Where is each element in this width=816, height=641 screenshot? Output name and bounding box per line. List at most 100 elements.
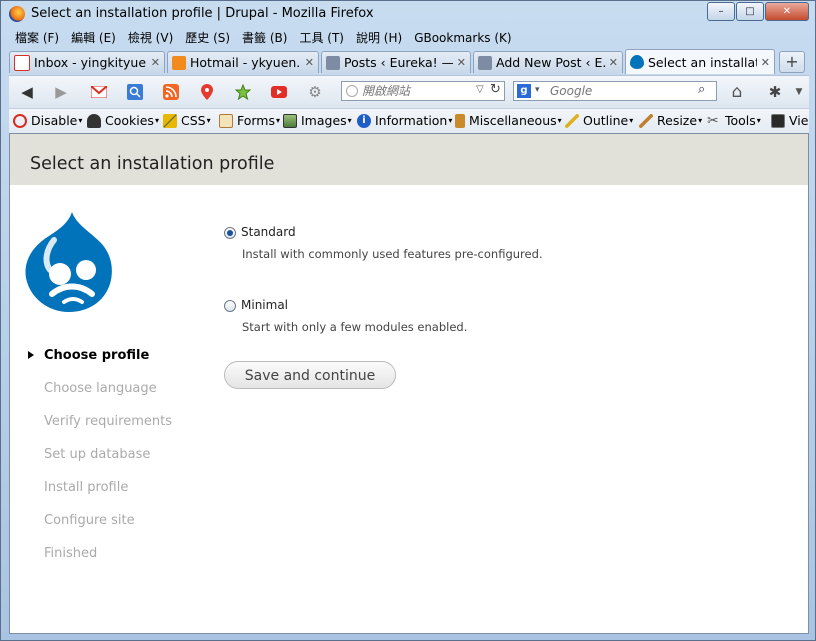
search-input[interactable] (550, 83, 690, 99)
firefox-icon[interactable] (9, 6, 25, 22)
radio-standard[interactable] (224, 227, 236, 239)
page-header: Select an installation profile (10, 134, 808, 185)
drupal-icon (630, 55, 644, 69)
devbar-label: Cookies (105, 113, 154, 128)
devbar-forms[interactable]: Forms ▾ (219, 113, 280, 128)
page-content: Select an installation profile Choose pr… (9, 133, 809, 634)
window-controls: – □ ✕ (706, 2, 809, 21)
youtube-icon[interactable] (269, 82, 289, 102)
outline-icon (565, 113, 579, 128)
disable-icon (13, 113, 27, 128)
images-icon (283, 113, 297, 128)
menu-gbookmarks[interactable]: GBookmarks (K) (408, 31, 517, 45)
tab-add-new-post[interactable]: Add New Post ‹ E... ✕ (473, 51, 623, 73)
new-tab-button[interactable]: + (779, 51, 805, 73)
overflow-chevron-icon[interactable]: ▼ (789, 82, 809, 102)
url-dropdown-icon[interactable]: ▽ (476, 84, 484, 95)
title-bar[interactable]: Select an installation profile | Drupal … (1, 1, 815, 27)
tab-close-icon[interactable]: ✕ (609, 56, 618, 69)
option-label[interactable]: Standard (241, 225, 296, 239)
devbar-disable[interactable]: Disable ▾ (13, 113, 82, 128)
menu-help[interactable]: 說明 (H) (350, 29, 408, 46)
devbar-images[interactable]: Images ▾ (283, 113, 352, 128)
maps-pin-icon[interactable] (197, 82, 217, 102)
wordpress-icon (478, 55, 492, 70)
page-favicon-icon (346, 85, 358, 97)
devbar-cookies[interactable]: Cookies ▾ (87, 113, 159, 128)
resize-icon (639, 113, 653, 128)
devbar-label: Vie (789, 113, 809, 128)
url-input[interactable] (362, 83, 472, 99)
web-developer-toolbar: Disable ▾ Cookies ▾ CSS ▾ Forms ▾ Images ▾ i … (9, 108, 809, 134)
option-description: Start with only a few modules enabled. (242, 320, 468, 334)
menu-view[interactable]: 檢視 (V) (122, 29, 179, 46)
tab-close-icon[interactable]: ✕ (761, 56, 770, 69)
search-bar[interactable]: g ▾ ⌕ (513, 81, 717, 101)
radio-minimal[interactable] (224, 300, 236, 312)
drupal-logo-icon (25, 212, 112, 312)
tab-label: Select an installati... (648, 54, 757, 70)
hotmail-icon (172, 55, 186, 70)
tools-icon: ✂ (707, 112, 719, 129)
window-title: Select an installation profile | Drupal … (31, 6, 374, 21)
menu-bookmarks[interactable]: 書籤 (B) (236, 29, 293, 46)
firefox-window: Select an installation profile | Drupal … (0, 0, 816, 641)
tab-bar: Inbox - yingkityue... ✕ Hotmail - ykyuen… (9, 49, 809, 74)
gmail-bookmark-icon[interactable] (89, 82, 109, 102)
devbar-tools[interactable]: ✂ Tools ▾ (707, 113, 761, 128)
save-and-continue-button[interactable]: Save and continue (224, 361, 396, 389)
engine-dropdown-icon[interactable]: ▾ (535, 85, 540, 95)
option-description: Install with commonly used features pre-… (242, 247, 543, 261)
devbar-css[interactable]: CSS ▾ (163, 113, 211, 128)
menu-tools[interactable]: 工具 (T) (293, 29, 350, 46)
step-configure-site: Configure site (44, 513, 135, 528)
devbar-miscellaneous[interactable]: Miscellaneous ▾ (455, 113, 562, 128)
google-search-bookmark-icon[interactable] (125, 82, 145, 102)
rss-icon[interactable] (161, 82, 181, 102)
close-button[interactable]: ✕ (765, 2, 809, 21)
wordpress-icon (326, 55, 340, 70)
url-bar[interactable]: ▽ ↻ (341, 81, 505, 101)
step-set-up-database: Set up database (44, 447, 151, 462)
menu-bar: 檔案 (F) 編輯 (E) 檢視 (V) 歷史 (S) 書籤 (B) 工具 (T… (9, 28, 518, 47)
menu-file[interactable]: 檔案 (F) (9, 29, 65, 46)
tab-posts[interactable]: Posts ‹ Eureka! — ... ✕ (321, 51, 471, 73)
devbar-information[interactable]: i Information ▾ (357, 113, 452, 128)
install-steps: Choose profile Choose language Verify re… (28, 348, 172, 579)
menu-history[interactable]: 歷史 (S) (179, 29, 236, 46)
star-bookmark-icon[interactable] (233, 82, 253, 102)
miscellaneous-icon (455, 113, 465, 128)
step-choose-profile: Choose profile (28, 348, 172, 381)
devbar-view-source[interactable]: Vie (771, 113, 808, 128)
devbar-outline[interactable]: Outline ▾ (565, 113, 633, 128)
tab-close-icon[interactable]: ✕ (457, 56, 466, 69)
css-icon (163, 113, 177, 128)
option-label[interactable]: Minimal (241, 298, 288, 312)
back-icon[interactable]: ◀ (17, 82, 37, 102)
maximize-button[interactable]: □ (736, 2, 764, 21)
forward-icon[interactable]: ▶ (51, 82, 71, 102)
tab-gmail[interactable]: Inbox - yingkityue... ✕ (9, 51, 165, 73)
tab-label: Add New Post ‹ E... (496, 55, 605, 70)
tab-close-icon[interactable]: ✕ (151, 56, 160, 69)
minimize-button[interactable]: – (707, 2, 735, 21)
devbar-label: Information (375, 113, 448, 128)
search-icon[interactable]: ⌕ (698, 82, 705, 97)
gear-icon[interactable]: ⚙ (305, 82, 325, 102)
devbar-resize[interactable]: Resize ▾ (639, 113, 702, 128)
menu-edit[interactable]: 編輯 (E) (65, 29, 122, 46)
home-icon[interactable]: ⌂ (727, 82, 747, 102)
navigation-toolbar: ◀ ▶ ⚙ ▽ ↻ g ▾ ⌕ (9, 75, 809, 108)
step-choose-language: Choose language (44, 381, 157, 396)
step-install-profile: Install profile (44, 480, 129, 495)
google-engine-icon[interactable]: g (517, 84, 531, 98)
page-title: Select an installation profile (30, 154, 275, 174)
tab-hotmail[interactable]: Hotmail - ykyuen... ✕ (167, 51, 319, 73)
tab-label: Posts ‹ Eureka! — ... (344, 55, 453, 70)
tab-close-icon[interactable]: ✕ (305, 56, 314, 69)
tab-select-installation-profile[interactable]: Select an installati... ✕ (625, 49, 775, 74)
devbar-label: Miscellaneous (469, 113, 557, 128)
reload-icon[interactable]: ↻ (490, 82, 501, 97)
firebug-icon[interactable]: ✱ (765, 82, 785, 102)
devbar-label: Forms (237, 113, 276, 128)
